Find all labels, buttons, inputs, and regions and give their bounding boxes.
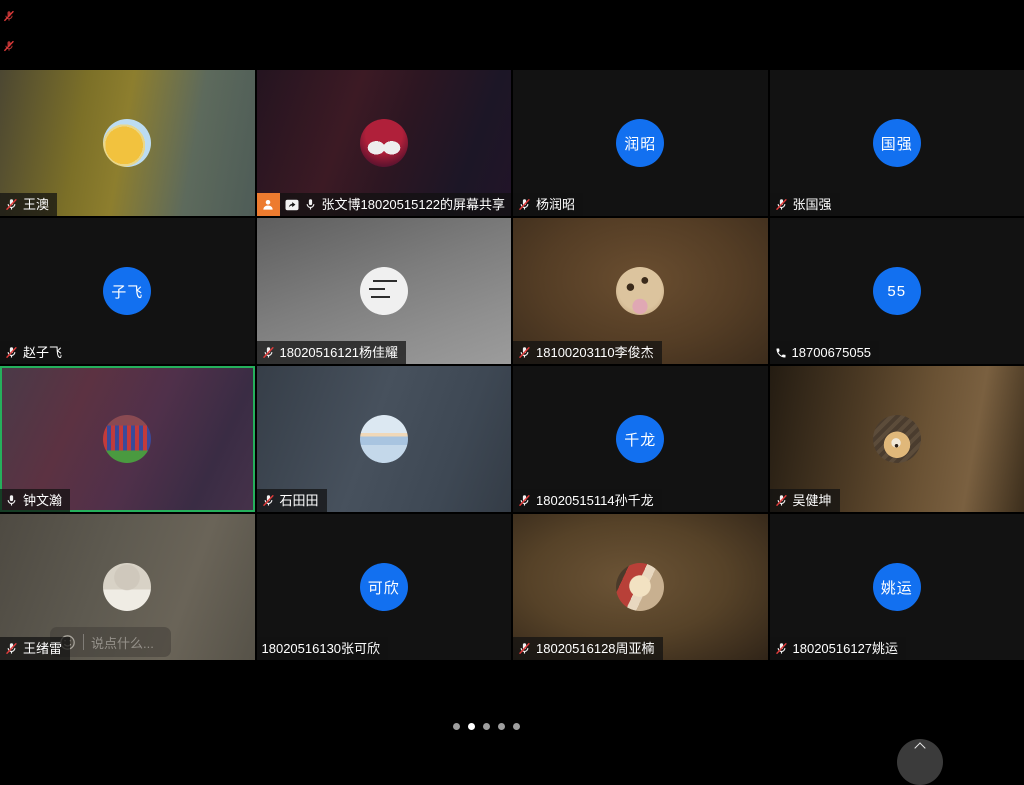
page-dots	[453, 723, 520, 730]
participant-tile[interactable]: 18020516128周亚楠	[513, 514, 768, 660]
participant-tile[interactable]: 国强 张国强	[770, 70, 1024, 216]
page-dot[interactable]	[483, 723, 490, 730]
participant-grid: 王澳 张文博18020515122的屏幕共享润昭 杨润昭国强 张国强子飞 赵子飞	[0, 70, 1024, 660]
name-label: 张国强	[770, 193, 840, 216]
name-label: 杨润昭	[513, 193, 583, 216]
participant-name: 王绪雷	[23, 637, 62, 660]
mic-muted-icon	[775, 642, 788, 655]
participant-name: 吴健坤	[793, 489, 832, 512]
mic-muted-icon	[5, 198, 18, 211]
participant-tile[interactable]: 姚运 18020516127姚运	[770, 514, 1024, 660]
participant-tile[interactable]: 千龙 18020515114孙千龙	[513, 366, 768, 512]
participant-name: 18100203110李俊杰	[536, 341, 654, 364]
participant-tile[interactable]: 张文博18020515122的屏幕共享	[257, 70, 512, 216]
participant-name: 18020516130张可欣	[262, 637, 381, 660]
participant-avatar: 可欣	[360, 563, 408, 611]
participant-avatar: 千龙	[616, 415, 664, 463]
participant-name: 18700675055	[792, 341, 872, 364]
page-dot[interactable]	[513, 723, 520, 730]
participant-avatar	[103, 563, 151, 611]
name-label: 张文博18020515122的屏幕共享	[257, 193, 512, 216]
participant-tile[interactable]: 钟文瀚	[0, 366, 255, 512]
divider	[83, 634, 84, 650]
participant-tile[interactable]: 18100203110李俊杰	[513, 218, 768, 364]
participant-name: 杨润昭	[536, 193, 575, 216]
name-label: 吴健坤	[770, 489, 840, 512]
phone-icon	[775, 347, 787, 359]
participant-name: 赵子飞	[23, 341, 62, 364]
participant-tile[interactable]: 吴健坤	[770, 366, 1024, 512]
participant-avatar	[616, 563, 664, 611]
mic-muted-icon	[5, 346, 18, 359]
participant-name: 张国强	[793, 193, 832, 216]
page-dot[interactable]	[453, 723, 460, 730]
screen-share-icon	[285, 199, 299, 211]
name-label: 18020516128周亚楠	[513, 637, 663, 660]
participant-tile[interactable]: 子飞 赵子飞	[0, 218, 255, 364]
name-label: 赵子飞	[0, 341, 70, 364]
mic-muted-icon	[518, 642, 531, 655]
participant-avatar	[616, 267, 664, 315]
participant-name: 18020516127姚运	[793, 637, 899, 660]
chevron-up-icon	[914, 742, 925, 753]
participant-name: 18020516128周亚楠	[536, 637, 655, 660]
participant-avatar: 国强	[873, 119, 921, 167]
participant-name: 钟文瀚	[23, 489, 62, 512]
name-label: 18020516121杨佳耀	[257, 341, 407, 364]
participant-avatar: 姚运	[873, 563, 921, 611]
participant-name: 18020515114孙千龙	[536, 489, 654, 512]
participant-tile[interactable]: 石田田	[257, 366, 512, 512]
participant-tile[interactable]: 18020516121杨佳耀	[257, 218, 512, 364]
participant-tile[interactable]: 55 18700675055	[770, 218, 1024, 364]
participant-name: 王澳	[23, 193, 49, 216]
name-label: 18100203110李俊杰	[513, 341, 662, 364]
participant-name: 张文博18020515122的屏幕共享	[322, 193, 506, 216]
participant-avatar	[103, 119, 151, 167]
participant-avatar	[873, 415, 921, 463]
participant-tile[interactable]: 王绪雷 说点什么...	[0, 514, 255, 660]
name-label: 石田田	[257, 489, 327, 512]
mic-muted-icon	[775, 198, 788, 211]
mic-on-icon	[5, 494, 18, 507]
mic-muted-icon	[518, 346, 531, 359]
mic-muted-icon	[775, 494, 788, 507]
offscreen-muted-mic-icon	[3, 9, 15, 21]
offscreen-muted-mic-icon	[3, 39, 15, 51]
participant-avatar	[360, 415, 408, 463]
more-button[interactable]	[897, 739, 943, 785]
mic-muted-icon	[262, 494, 275, 507]
name-label: 王澳	[0, 193, 57, 216]
mic-muted-icon	[262, 346, 275, 359]
participant-name: 石田田	[280, 489, 319, 512]
name-label: 18020516127姚运	[770, 637, 907, 660]
participant-avatar	[360, 267, 408, 315]
name-label: 18700675055	[770, 341, 880, 364]
name-label: 钟文瀚	[0, 489, 70, 512]
participant-tile[interactable]: 可欣 18020516130张可欣	[257, 514, 512, 660]
presenter-badge	[257, 193, 280, 216]
name-label: 18020516130张可欣	[257, 637, 389, 660]
participant-avatar: 子飞	[103, 267, 151, 315]
participant-avatar: 55	[873, 267, 921, 315]
name-label: 王绪雷	[0, 637, 70, 660]
page-dot-active[interactable]	[468, 723, 475, 730]
page-dot[interactable]	[498, 723, 505, 730]
mic-on-icon	[304, 198, 317, 211]
participant-name: 18020516121杨佳耀	[280, 341, 399, 364]
mic-muted-icon	[518, 494, 531, 507]
name-label: 18020515114孙千龙	[513, 489, 662, 512]
mic-muted-icon	[5, 642, 18, 655]
participant-avatar	[360, 119, 408, 167]
person-icon	[261, 198, 275, 212]
participant-avatar	[103, 415, 151, 463]
mic-muted-icon	[518, 198, 531, 211]
participant-avatar: 润昭	[616, 119, 664, 167]
participant-tile[interactable]: 王澳	[0, 70, 255, 216]
participant-tile[interactable]: 润昭 杨润昭	[513, 70, 768, 216]
chat-placeholder: 说点什么...	[91, 633, 154, 652]
